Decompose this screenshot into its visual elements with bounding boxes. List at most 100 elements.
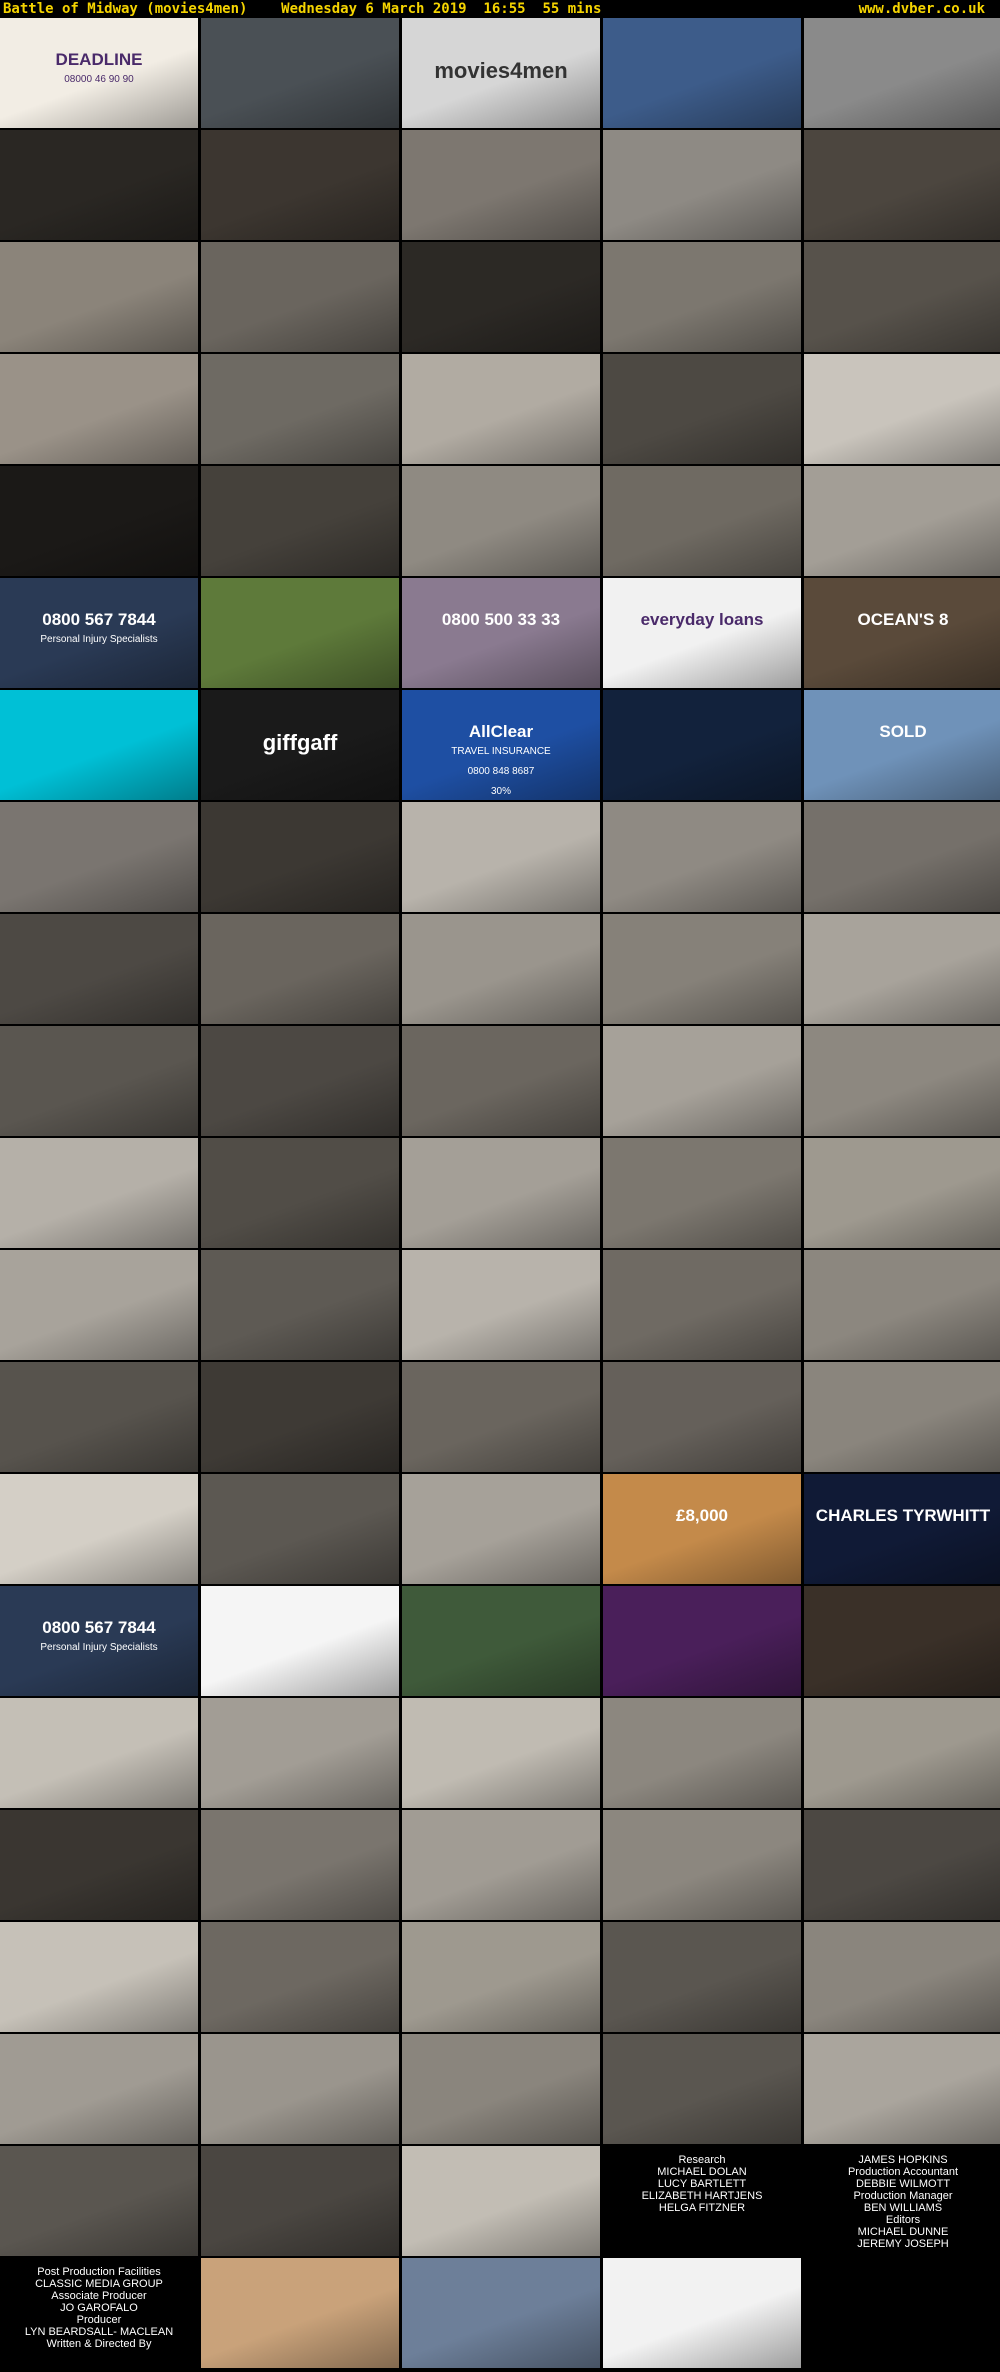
thumbnail-tile[interactable] xyxy=(0,1026,198,1136)
thumbnail-tile[interactable] xyxy=(603,354,801,464)
thumbnail-tile[interactable] xyxy=(804,18,1000,128)
thumbnail-tile[interactable] xyxy=(0,690,198,800)
thumbnail-tile[interactable] xyxy=(201,1138,399,1248)
thumbnail-tile[interactable] xyxy=(603,914,801,1024)
thumbnail-tile[interactable] xyxy=(201,1026,399,1136)
thumbnail-tile[interactable] xyxy=(402,354,600,464)
thumbnail-tile[interactable] xyxy=(603,2258,801,2368)
thumbnail-tile[interactable] xyxy=(603,1586,801,1696)
thumbnail-tile[interactable] xyxy=(201,130,399,240)
thumbnail-tile[interactable] xyxy=(201,1474,399,1584)
thumbnail-tile[interactable] xyxy=(402,1810,600,1920)
thumbnail-tile[interactable] xyxy=(603,1026,801,1136)
thumbnail-tile[interactable] xyxy=(0,130,198,240)
thumbnail-tile[interactable] xyxy=(603,466,801,576)
thumbnail-tile[interactable] xyxy=(0,1698,198,1808)
thumbnail-tile[interactable] xyxy=(402,1026,600,1136)
thumbnail-tile[interactable]: movies4men xyxy=(402,18,600,128)
thumbnail-tile[interactable] xyxy=(603,802,801,912)
thumbnail-tile[interactable] xyxy=(402,2034,600,2144)
thumbnail-tile[interactable] xyxy=(201,2146,399,2256)
thumbnail-tile[interactable] xyxy=(804,1138,1000,1248)
thumbnail-tile[interactable] xyxy=(804,1362,1000,1472)
thumbnail-tile[interactable] xyxy=(0,1138,198,1248)
thumbnail-tile[interactable] xyxy=(603,18,801,128)
thumbnail-tile[interactable]: 0800 567 7844 Personal Injury Specialists xyxy=(0,578,198,688)
thumbnail-tile[interactable] xyxy=(201,466,399,576)
thumbnail-tile[interactable] xyxy=(201,578,399,688)
thumbnail-tile[interactable] xyxy=(201,1586,399,1696)
thumbnail-tile[interactable] xyxy=(0,802,198,912)
thumbnail-tile[interactable] xyxy=(201,914,399,1024)
thumbnail-tile[interactable] xyxy=(804,242,1000,352)
thumbnail-tile[interactable] xyxy=(804,354,1000,464)
thumbnail-tile[interactable] xyxy=(804,802,1000,912)
thumbnail-tile[interactable]: CHARLES TYRWHITT xyxy=(804,1474,1000,1584)
thumbnail-tile[interactable]: JAMES HOPKINS Production Accountant DEBBIE… xyxy=(804,2146,1000,2256)
thumbnail-tile[interactable] xyxy=(804,1586,1000,1696)
thumbnail-tile[interactable] xyxy=(0,914,198,1024)
thumbnail-tile[interactable] xyxy=(0,1810,198,1920)
thumbnail-tile[interactable] xyxy=(603,242,801,352)
thumbnail-tile[interactable] xyxy=(0,1922,198,2032)
thumbnail-tile[interactable] xyxy=(804,1250,1000,1360)
thumbnail-tile[interactable]: £8,000 xyxy=(603,1474,801,1584)
thumbnail-tile[interactable] xyxy=(201,242,399,352)
thumbnail-tile[interactable] xyxy=(201,1922,399,2032)
thumbnail-tile[interactable] xyxy=(603,1362,801,1472)
thumbnail-tile[interactable] xyxy=(402,1362,600,1472)
thumbnail-tile[interactable] xyxy=(402,914,600,1024)
thumbnail-tile[interactable] xyxy=(804,1698,1000,1808)
thumbnail-tile[interactable] xyxy=(201,802,399,912)
thumbnail-tile[interactable] xyxy=(402,130,600,240)
thumbnail-tile[interactable] xyxy=(0,1474,198,1584)
thumbnail-tile[interactable]: 0800 567 7844 Personal Injury Specialists xyxy=(0,1586,198,1696)
thumbnail-tile[interactable] xyxy=(402,1474,600,1584)
thumbnail-tile[interactable] xyxy=(804,1810,1000,1920)
thumbnail-tile[interactable]: DEADLINE 08000 46 90 90 xyxy=(0,18,198,128)
thumbnail-tile[interactable] xyxy=(804,466,1000,576)
thumbnail-tile[interactable]: everyday loans xyxy=(603,578,801,688)
thumbnail-tile[interactable] xyxy=(0,466,198,576)
thumbnail-tile[interactable] xyxy=(603,2034,801,2144)
thumbnail-tile[interactable] xyxy=(402,1586,600,1696)
thumbnail-tile[interactable] xyxy=(201,18,399,128)
thumbnail-tile[interactable] xyxy=(201,1250,399,1360)
thumbnail-tile[interactable] xyxy=(0,1250,198,1360)
thumbnail-tile[interactable] xyxy=(402,242,600,352)
thumbnail-tile[interactable] xyxy=(804,914,1000,1024)
thumbnail-tile[interactable] xyxy=(201,1698,399,1808)
thumbnail-tile[interactable] xyxy=(0,2146,198,2256)
thumbnail-tile[interactable]: SOLD xyxy=(804,690,1000,800)
thumbnail-tile[interactable] xyxy=(402,466,600,576)
thumbnail-tile[interactable] xyxy=(804,2034,1000,2144)
thumbnail-tile[interactable] xyxy=(603,1922,801,2032)
thumbnail-tile[interactable] xyxy=(201,2258,399,2368)
thumbnail-tile[interactable] xyxy=(804,1026,1000,1136)
thumbnail-tile[interactable] xyxy=(402,2258,600,2368)
thumbnail-tile[interactable] xyxy=(603,130,801,240)
thumbnail-tile[interactable] xyxy=(402,1138,600,1248)
thumbnail-tile[interactable] xyxy=(603,1698,801,1808)
thumbnail-tile[interactable] xyxy=(402,1698,600,1808)
thumbnail-tile[interactable]: giffgaff xyxy=(201,690,399,800)
thumbnail-tile[interactable] xyxy=(402,1922,600,2032)
thumbnail-tile[interactable] xyxy=(201,2034,399,2144)
thumbnail-tile[interactable]: Post Production Facilities CLASSIC MEDIA … xyxy=(0,2258,198,2368)
thumbnail-tile[interactable] xyxy=(402,1250,600,1360)
thumbnail-tile[interactable] xyxy=(804,1922,1000,2032)
thumbnail-tile[interactable] xyxy=(0,354,198,464)
thumbnail-tile[interactable] xyxy=(603,690,801,800)
thumbnail-tile[interactable] xyxy=(0,1362,198,1472)
thumbnail-tile[interactable]: AllClear TRAVEL INSURANCE 0800 848 8687 30% xyxy=(402,690,600,800)
thumbnail-tile[interactable]: OCEAN'S 8 xyxy=(804,578,1000,688)
thumbnail-tile[interactable] xyxy=(804,130,1000,240)
thumbnail-tile[interactable]: Research MICHAEL DOLAN LUCY BARTLETT ELIZAB… xyxy=(603,2146,801,2256)
site-url[interactable]: www.dvber.co.uk xyxy=(859,0,985,18)
thumbnail-tile[interactable] xyxy=(402,2146,600,2256)
thumbnail-tile[interactable] xyxy=(0,242,198,352)
thumbnail-tile[interactable] xyxy=(603,1138,801,1248)
thumbnail-tile[interactable] xyxy=(201,1362,399,1472)
thumbnail-tile[interactable] xyxy=(603,1250,801,1360)
thumbnail-tile[interactable]: 0800 500 33 33 xyxy=(402,578,600,688)
